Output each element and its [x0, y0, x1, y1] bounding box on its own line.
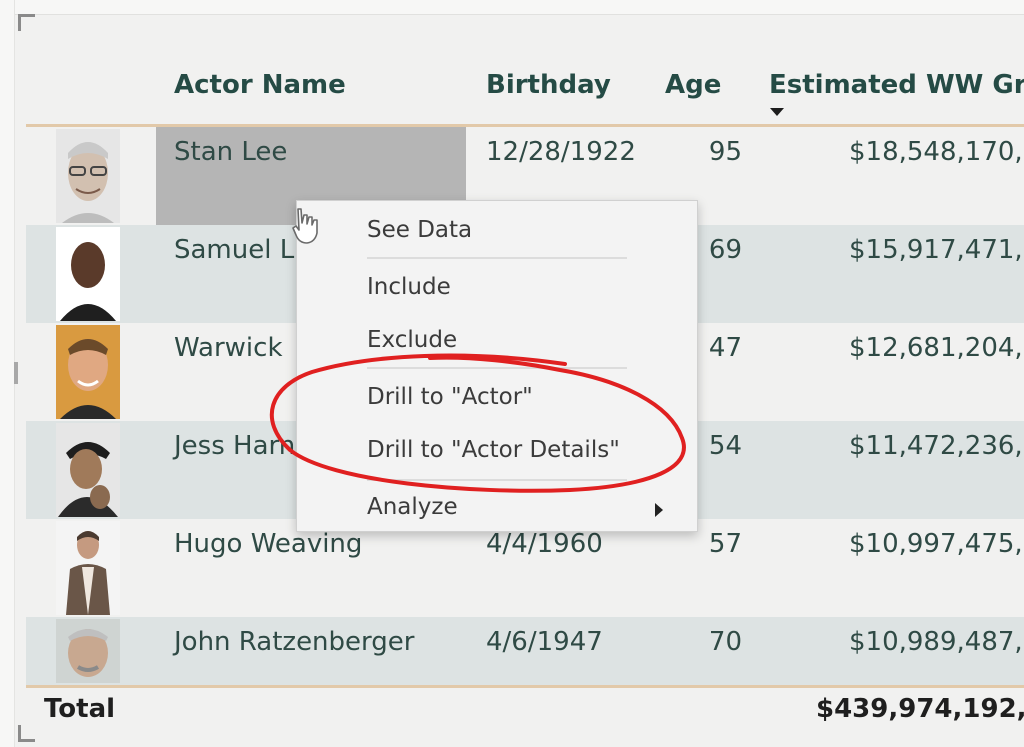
table-row[interactable]: John Ratzenberger 4/6/1947 70 $10,989,48… — [26, 617, 1024, 685]
age[interactable]: 95 — [709, 137, 742, 167]
estimated-gross[interactable]: $18,548,170,8 — [849, 137, 1024, 167]
canvas-top-strip — [0, 0, 1024, 15]
birthday[interactable]: 4/4/1960 — [486, 529, 603, 559]
menu-item-include[interactable]: Include — [367, 274, 451, 300]
estimated-gross[interactable]: $10,989,487,6 — [849, 627, 1024, 657]
sort-descending-icon[interactable] — [770, 108, 784, 116]
actor-name[interactable]: Warwick — [174, 333, 283, 363]
actor-name[interactable]: John Ratzenberger — [174, 627, 414, 657]
actor-photo-warwick — [56, 325, 120, 419]
total-label: Total — [44, 694, 116, 724]
estimated-gross[interactable]: $12,681,204,1 — [849, 333, 1024, 363]
age[interactable]: 54 — [709, 431, 742, 461]
birthday[interactable]: 4/6/1947 — [486, 627, 603, 657]
table-row[interactable]: Hugo Weaving 4/4/1960 57 $10,997,475,6 — [26, 519, 1024, 617]
chevron-right-icon — [655, 503, 663, 517]
hand-pointer-cursor — [292, 208, 318, 244]
actor-photo-samuel-l — [56, 227, 120, 321]
visual-resize-handle[interactable] — [14, 362, 18, 384]
menu-item-drill-to-actor-details[interactable]: Drill to "Actor Details" — [367, 437, 620, 463]
menu-separator — [367, 367, 627, 369]
total-estimated-gross: $439,974,192,9 — [816, 694, 1024, 724]
visual-selection-corner-bottom-left[interactable] — [18, 725, 35, 742]
menu-item-exclude[interactable]: Exclude — [367, 327, 457, 353]
actor-photo-hugo-weaving — [56, 521, 120, 615]
age[interactable]: 69 — [709, 235, 742, 265]
context-menu: See Data Include Exclude Drill to "Actor… — [296, 200, 698, 532]
birthday[interactable]: 12/28/1922 — [486, 137, 636, 167]
menu-separator — [367, 257, 627, 259]
canvas-left-strip — [0, 0, 15, 747]
column-header-estimated-ww-gross[interactable]: Estimated WW Gro — [769, 70, 1024, 100]
estimated-gross[interactable]: $11,472,236,1 — [849, 431, 1024, 461]
actor-photo-jess-harn — [56, 423, 120, 517]
actor-name[interactable]: Stan Lee — [174, 137, 287, 167]
actor-photo-stan-lee — [56, 129, 120, 223]
column-header-birthday[interactable]: Birthday — [486, 70, 611, 100]
age[interactable]: 47 — [709, 333, 742, 363]
menu-item-see-data[interactable]: See Data — [367, 217, 472, 243]
actor-photo-john-ratzenberger — [56, 619, 120, 683]
actor-name[interactable]: Samuel L — [174, 235, 294, 265]
visual-selection-corner-top-left[interactable] — [18, 14, 35, 31]
menu-separator — [367, 479, 627, 481]
estimated-gross[interactable]: $10,997,475,6 — [849, 529, 1024, 559]
actor-name[interactable]: Hugo Weaving — [174, 529, 362, 559]
menu-item-analyze[interactable]: Analyze — [367, 494, 458, 520]
column-header-actor-name[interactable]: Actor Name — [174, 70, 346, 100]
column-header-age[interactable]: Age — [665, 70, 721, 100]
menu-item-drill-to-actor[interactable]: Drill to "Actor" — [367, 384, 533, 410]
estimated-gross[interactable]: $15,917,471,8 — [849, 235, 1024, 265]
total-divider — [26, 685, 1024, 688]
actor-name[interactable]: Jess Harn — [174, 431, 295, 461]
age[interactable]: 70 — [709, 627, 742, 657]
age[interactable]: 57 — [709, 529, 742, 559]
